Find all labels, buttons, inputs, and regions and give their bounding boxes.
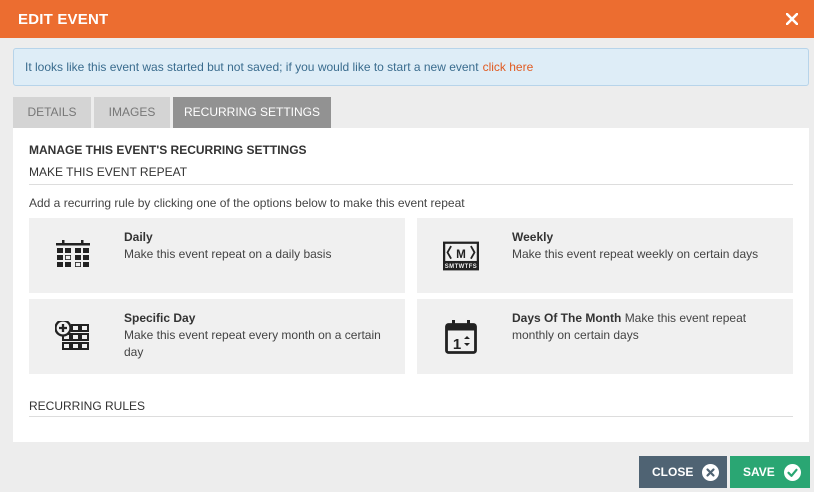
days-of-month-title: Days Of The Month: [512, 311, 622, 325]
modal-title: EDIT EVENT: [18, 10, 109, 28]
edit-event-modal: EDIT EVENT It looks like this event was …: [0, 0, 814, 492]
check-circle-icon: [783, 463, 801, 481]
weekly-icon: M SMTWTFS: [443, 218, 479, 293]
specific-day-option[interactable]: Specific Day Make this event repeat ever…: [29, 299, 405, 374]
weekly-title: Weekly: [512, 230, 554, 244]
daily-desc: Make this event repeat on a daily basis: [124, 247, 332, 261]
days-of-month-option-text: Days Of The Month Make this event repeat…: [512, 310, 781, 344]
section-heading: MANAGE THIS EVENT'S RECURRING SETTINGS: [29, 143, 307, 157]
days-of-month-option[interactable]: 1 Days Of The Month Make this event repe…: [417, 299, 793, 374]
calendar-grid-icon: [55, 218, 91, 293]
specific-day-option-text: Specific Day Make this event repeat ever…: [124, 310, 393, 361]
daily-option-text: Daily Make this event repeat on a daily …: [124, 229, 393, 263]
save-button[interactable]: SAVE: [730, 456, 810, 488]
divider: [29, 416, 793, 417]
divider: [29, 184, 793, 185]
unsaved-notice: It looks like this event was started but…: [13, 48, 809, 86]
weekly-option[interactable]: M SMTWTFS Weekly Make this event repeat …: [417, 218, 793, 293]
recurring-settings-panel: MANAGE THIS EVENT'S RECURRING SETTINGS M…: [13, 128, 809, 442]
specific-day-icon: [55, 299, 91, 374]
specific-day-desc: Make this event repeat every month on a …: [124, 328, 381, 359]
intro-text: Add a recurring rule by clicking one of …: [29, 196, 465, 210]
start-new-event-link[interactable]: click here: [483, 60, 534, 74]
close-button-label: CLOSE: [652, 465, 694, 479]
notice-text: It looks like this event was started but…: [25, 60, 479, 74]
tab-details[interactable]: DETAILS: [13, 97, 91, 128]
svg-text:1: 1: [453, 336, 461, 353]
tab-recurring-settings[interactable]: RECURRING SETTINGS: [173, 97, 331, 128]
days-of-month-icon: 1: [443, 299, 479, 374]
save-button-label: SAVE: [743, 465, 775, 479]
daily-option[interactable]: Daily Make this event repeat on a daily …: [29, 218, 405, 293]
daily-title: Daily: [124, 230, 153, 244]
weekly-option-text: Weekly Make this event repeat weekly on …: [512, 229, 781, 263]
specific-day-title: Specific Day: [124, 311, 196, 325]
modal-header: EDIT EVENT: [0, 0, 814, 38]
svg-text:M: M: [456, 247, 466, 260]
close-button[interactable]: CLOSE: [639, 456, 727, 488]
tab-images[interactable]: IMAGES: [94, 97, 170, 128]
close-circle-icon: [702, 463, 720, 481]
svg-text:SMTWTFS: SMTWTFS: [445, 264, 477, 270]
section-subheading: MAKE THIS EVENT REPEAT: [29, 165, 188, 179]
recurring-rules-heading: RECURRING RULES: [29, 399, 146, 413]
weekly-desc: Make this event repeat weekly on certain…: [512, 247, 759, 261]
tab-bar: DETAILS IMAGES RECURRING SETTINGS: [13, 97, 334, 128]
close-icon[interactable]: [784, 11, 800, 27]
